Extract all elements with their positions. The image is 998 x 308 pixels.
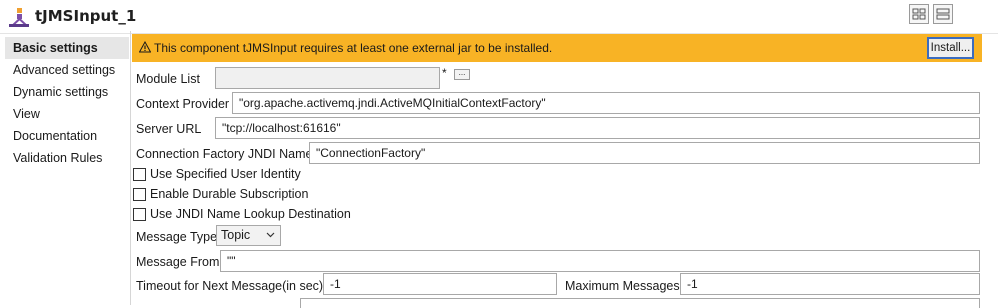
module-list-label: Module List (136, 72, 200, 86)
settings-sidebar: Basic settings Advanced settings Dynamic… (5, 34, 129, 305)
list-layout-button[interactable] (933, 4, 953, 24)
timeout-label: Timeout for Next Message(in sec) (136, 279, 324, 293)
connection-factory-label: Connection Factory JNDI Name (136, 147, 313, 161)
install-button[interactable]: Install... (927, 37, 974, 59)
sidebar-item-view[interactable]: View (5, 103, 129, 125)
sidebar-item-dynamic-settings[interactable]: Dynamic settings (5, 81, 129, 103)
context-provider-label: Context Provider (136, 97, 230, 111)
connection-factory-input[interactable]: "ConnectionFactory" (309, 142, 980, 164)
jms-component-icon (9, 8, 29, 27)
message-type-value: Topic (221, 228, 251, 242)
message-type-select[interactable]: Topic (216, 225, 281, 246)
required-asterisk: * (442, 66, 447, 80)
warning-icon (139, 41, 151, 53)
enable-durable-subscription-checkbox[interactable] (133, 188, 146, 201)
message-from-input[interactable]: "" (220, 250, 980, 272)
sidebar-item-documentation[interactable]: Documentation (5, 125, 129, 147)
max-messages-input[interactable]: -1 (680, 273, 980, 295)
sidebar-item-basic-settings[interactable]: Basic settings (5, 37, 129, 59)
use-specified-user-identity-label: Use Specified User Identity (150, 167, 301, 181)
use-jndi-lookup-label: Use JNDI Name Lookup Destination (150, 207, 351, 221)
next-row-input-partial[interactable] (300, 298, 980, 308)
server-url-input[interactable]: "tcp://localhost:61616" (215, 117, 980, 139)
use-specified-user-identity-checkbox[interactable] (133, 168, 146, 181)
grid-layout-icon (912, 8, 926, 20)
enable-durable-subscription-label: Enable Durable Subscription (150, 187, 309, 201)
chevron-down-icon (266, 232, 275, 238)
title-bar (0, 0, 998, 34)
component-title: tJMSInput_1 (35, 7, 137, 25)
module-list-browse-button[interactable]: ... (454, 69, 470, 80)
server-url-label: Server URL (136, 122, 202, 136)
sidebar-item-advanced-settings[interactable]: Advanced settings (5, 59, 129, 81)
warning-message: This component tJMSInput requires at lea… (154, 41, 553, 55)
use-jndi-lookup-checkbox[interactable] (133, 208, 146, 221)
list-layout-icon (936, 8, 950, 20)
message-type-label: Message Type (136, 230, 218, 244)
module-list-field[interactable] (215, 67, 440, 89)
timeout-input[interactable]: -1 (323, 273, 557, 295)
message-from-label: Message From (136, 255, 220, 269)
sidebar-item-validation-rules[interactable]: Validation Rules (5, 147, 129, 169)
tabbed-layout-button[interactable] (909, 4, 929, 24)
context-provider-input[interactable]: "org.apache.activemq.jndi.ActiveMQInitia… (232, 92, 980, 114)
max-messages-label: Maximum Messages (565, 279, 680, 293)
